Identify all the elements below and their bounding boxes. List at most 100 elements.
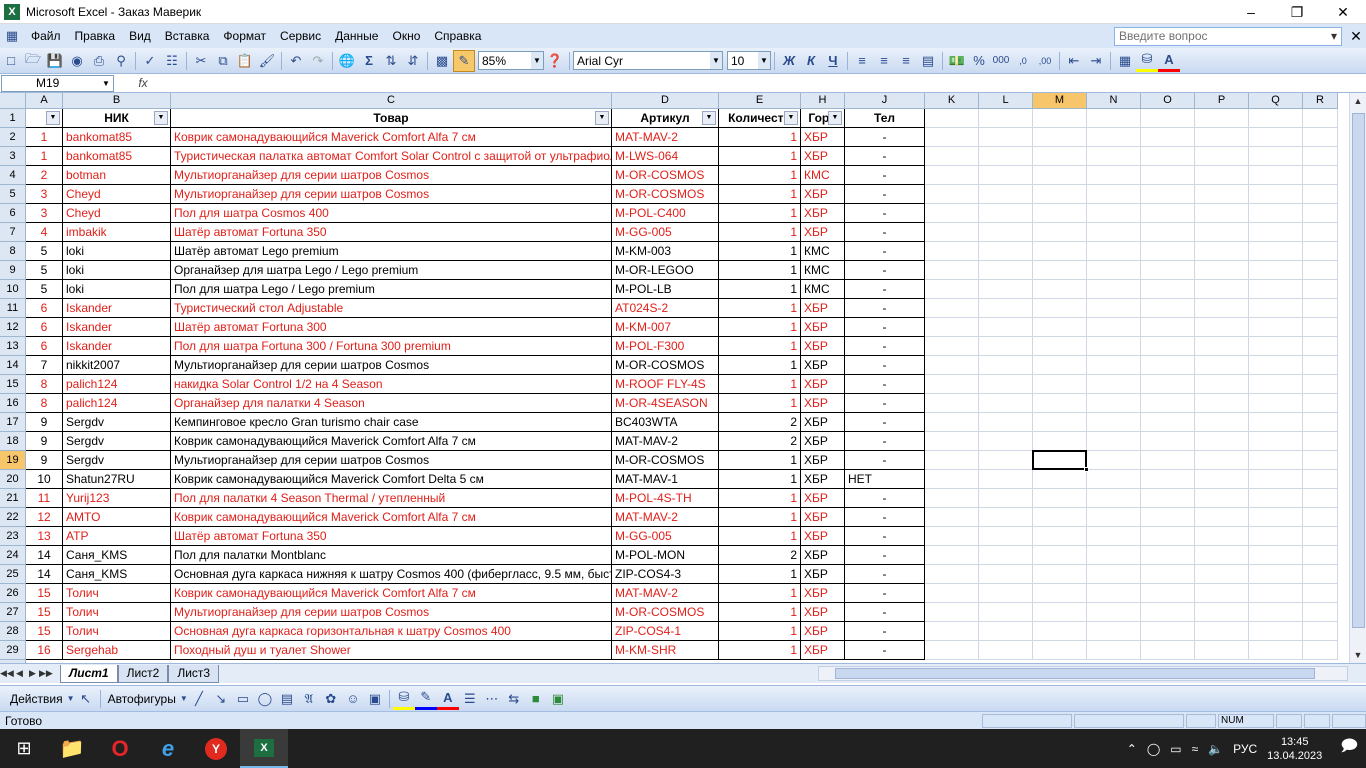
cut-icon[interactable]: ✂ <box>190 50 212 72</box>
wordart-icon[interactable]: 𝔄 <box>298 688 320 710</box>
cell[interactable]: MAT-MAV-2 <box>612 432 719 451</box>
cell[interactable]: ХБР <box>801 223 845 242</box>
cell[interactable] <box>1303 584 1338 603</box>
cell[interactable]: - <box>845 641 925 660</box>
action-center-icon[interactable]: 🗩 <box>1340 735 1358 762</box>
cell[interactable]: Cheyd <box>63 204 171 223</box>
cell[interactable] <box>1303 166 1338 185</box>
doc-icon[interactable]: ▦ <box>0 25 24 47</box>
spelling-icon[interactable]: ✓ <box>139 50 161 72</box>
cell[interactable] <box>1033 242 1087 261</box>
row-header[interactable]: 16 <box>0 394 26 413</box>
font-select[interactable]: Arial Cyr ▼ <box>573 51 723 70</box>
cell[interactable] <box>1141 527 1195 546</box>
volume-icon[interactable]: 🔈 <box>1208 742 1223 756</box>
cell[interactable]: 16 <box>26 641 63 660</box>
cell[interactable] <box>1087 166 1141 185</box>
cell[interactable] <box>1303 641 1338 660</box>
menu-format[interactable]: Формат <box>216 25 273 47</box>
cell[interactable]: M-OR-4SEASON <box>612 394 719 413</box>
cell[interactable] <box>1141 223 1195 242</box>
cell[interactable]: 7 <box>26 356 63 375</box>
cell[interactable] <box>1249 185 1303 204</box>
cell[interactable] <box>1033 109 1087 128</box>
cell[interactable]: ХБР <box>801 204 845 223</box>
row-header[interactable]: 14 <box>0 356 26 375</box>
cell[interactable]: Iskander <box>63 337 171 356</box>
percent-icon[interactable]: % <box>968 50 990 72</box>
cell[interactable]: bankomat85 <box>63 128 171 147</box>
cell[interactable]: ХБР <box>801 432 845 451</box>
align-center-icon[interactable]: ≡ <box>873 50 895 72</box>
cell[interactable]: ХБР <box>801 641 845 660</box>
cell[interactable] <box>1195 394 1249 413</box>
cell[interactable]: 6 <box>26 318 63 337</box>
cell[interactable] <box>1141 394 1195 413</box>
drawing-icon[interactable]: ✎ <box>453 49 475 72</box>
header-cell[interactable]: Количеств ▼ <box>719 109 801 128</box>
cell[interactable]: 1 <box>719 166 801 185</box>
font-color-icon[interactable]: A <box>436 688 459 710</box>
cell[interactable]: Shatun27RU <box>63 470 171 489</box>
cell[interactable]: M-POL-F300 <box>612 337 719 356</box>
cell[interactable] <box>1141 147 1195 166</box>
cell[interactable]: 3 <box>26 204 63 223</box>
cell[interactable] <box>925 185 979 204</box>
decrease-decimal-icon[interactable]: ,00 <box>1034 50 1056 72</box>
cell[interactable] <box>1303 128 1338 147</box>
cell[interactable] <box>1195 603 1249 622</box>
column-header[interactable]: C <box>171 93 612 109</box>
cell[interactable] <box>979 261 1033 280</box>
cell[interactable] <box>979 356 1033 375</box>
cell[interactable]: BC403WTA <box>612 413 719 432</box>
cell[interactable] <box>1033 432 1087 451</box>
cell[interactable] <box>979 546 1033 565</box>
cell[interactable] <box>1033 204 1087 223</box>
cell[interactable] <box>1303 508 1338 527</box>
cell[interactable] <box>1249 432 1303 451</box>
cell[interactable] <box>1087 565 1141 584</box>
cell[interactable] <box>1033 508 1087 527</box>
cell[interactable]: - <box>845 413 925 432</box>
cell[interactable] <box>1087 128 1141 147</box>
row-header[interactable]: 7 <box>0 223 26 242</box>
cell[interactable]: - <box>845 489 925 508</box>
cell[interactable]: ХБР <box>801 470 845 489</box>
cell[interactable] <box>979 451 1033 470</box>
cell[interactable]: 1 <box>719 470 801 489</box>
cell[interactable] <box>1033 185 1087 204</box>
cell[interactable] <box>1141 603 1195 622</box>
line-icon[interactable]: ╱ <box>188 688 210 710</box>
language-indicator[interactable]: РУС <box>1233 742 1257 756</box>
cell[interactable]: Пол для палатки Montblanc <box>171 546 612 565</box>
row-header[interactable]: 26 <box>0 584 26 603</box>
cell[interactable]: 3 <box>26 185 63 204</box>
cell[interactable] <box>1303 451 1338 470</box>
header-cell[interactable]: Тел <box>845 109 925 128</box>
cell[interactable] <box>925 147 979 166</box>
cell[interactable]: M-ROOF FLY-4S <box>612 375 719 394</box>
cell[interactable] <box>979 185 1033 204</box>
cell[interactable]: 1 <box>719 337 801 356</box>
cell[interactable]: ХБР <box>801 584 845 603</box>
help-search-input[interactable]: Введите вопрос ▾ <box>1114 26 1342 46</box>
cell[interactable] <box>1141 565 1195 584</box>
cell[interactable]: MAT-MAV-2 <box>612 508 719 527</box>
cell[interactable] <box>979 375 1033 394</box>
cell[interactable] <box>1195 489 1249 508</box>
cell[interactable] <box>1087 356 1141 375</box>
cell[interactable] <box>1141 337 1195 356</box>
cell[interactable]: MAT-MAV-2 <box>612 584 719 603</box>
row-header[interactable]: 28 <box>0 622 26 641</box>
cell[interactable] <box>1303 527 1338 546</box>
permission-icon[interactable]: ◉ <box>66 50 88 72</box>
cell[interactable] <box>979 166 1033 185</box>
cell[interactable] <box>925 204 979 223</box>
column-header[interactable]: B <box>63 93 171 109</box>
cell[interactable] <box>925 432 979 451</box>
header-cell[interactable]: Товар ▼ <box>171 109 612 128</box>
menu-insert[interactable]: Вставка <box>158 25 217 47</box>
cell[interactable]: 5 <box>26 261 63 280</box>
cell[interactable]: 1 <box>719 508 801 527</box>
cell[interactable] <box>1303 546 1338 565</box>
